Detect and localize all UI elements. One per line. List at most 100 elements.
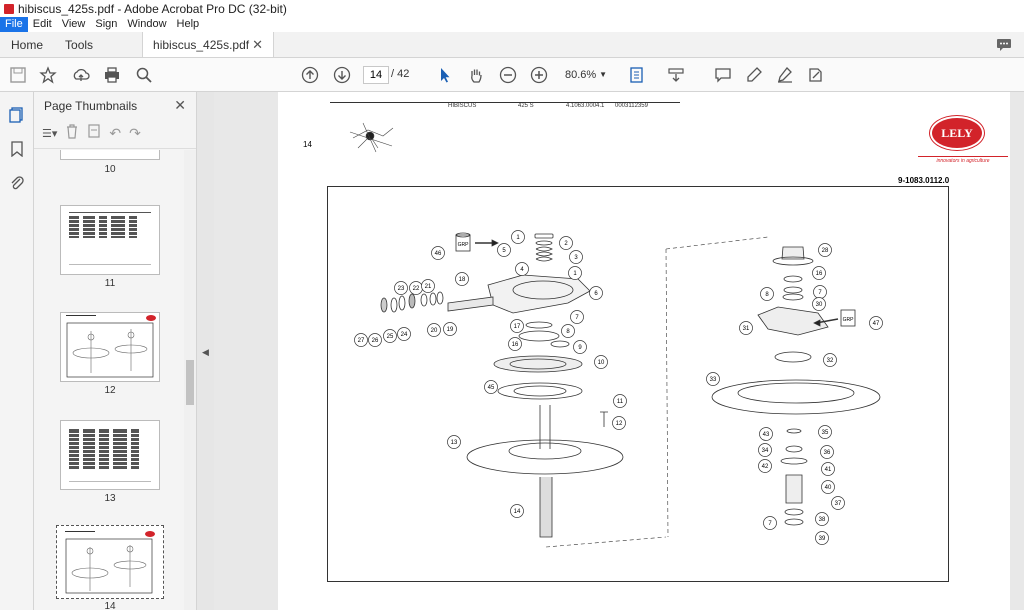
exploded-parts-diagram: 46 5 1 2 3 4 1 18 6 23 22 21 27 26 25 24 20 19 7 17 8 16 9 10 45…: [327, 186, 949, 582]
callout-label-left-28: 14: [514, 509, 521, 515]
page-thumbnails-icon[interactable]: [8, 106, 26, 124]
callout-label-left-7: 18: [459, 277, 466, 283]
collapse-panel-icon[interactable]: ◀: [202, 347, 209, 358]
fit-page-icon[interactable]: [627, 65, 647, 85]
callout-label-left-21: 16: [512, 342, 519, 348]
menu-view[interactable]: View: [57, 17, 91, 32]
callout-label-left-25: 11: [617, 399, 624, 405]
machine-sketch-icon: [349, 122, 394, 153]
page-thumbnails-panel: Page Thumbnails ✕ ☰▾ ↶ ↷ 10 11 12 13 14: [34, 92, 197, 610]
page-total: / 42: [391, 68, 410, 80]
callout-label-left-15: 24: [401, 332, 408, 338]
thumbnail-page-13[interactable]: [60, 420, 160, 490]
callout-label-left-16: 20: [431, 328, 438, 334]
callout-label-left-0: 46: [435, 251, 442, 257]
acrobat-app-icon: [4, 3, 14, 14]
grp-label-right: GRP: [843, 317, 855, 323]
panel-title: Page Thumbnails: [44, 98, 138, 113]
thumbnail-scrollbar-thumb[interactable]: [186, 360, 194, 405]
previous-page-icon[interactable]: [300, 65, 320, 85]
callout-label-right-11: 34: [762, 448, 769, 454]
panel-splitter[interactable]: ◀: [197, 92, 214, 610]
upload-cloud-icon[interactable]: [71, 65, 91, 85]
sign-pen-icon[interactable]: [775, 65, 795, 85]
thumbnail-options-icon[interactable]: ☰▾: [42, 127, 57, 140]
tab-home[interactable]: Home: [0, 32, 54, 57]
callout-label-right-13: 42: [762, 464, 769, 470]
part-reference: 9-1083.0112.0: [898, 176, 950, 185]
panel-toolbar: ☰▾ ↶ ↷: [34, 119, 196, 149]
rotate-clockwise-icon[interactable]: ↷: [129, 125, 141, 142]
document-view[interactable]: HIBISCUS 425 S 4.1063.0004.1 0003112359 …: [214, 92, 1024, 610]
save-icon[interactable]: [8, 65, 28, 85]
callout-label-left-10: 22: [413, 286, 420, 292]
callout-label-left-12: 27: [358, 338, 365, 344]
callout-label-right-15: 40: [825, 485, 832, 491]
delete-page-icon[interactable]: [65, 123, 79, 144]
callout-label-right-16: 37: [835, 501, 842, 507]
callout-label-right-7: 32: [827, 358, 834, 364]
bookmark-icon[interactable]: [8, 140, 26, 158]
left-navigation-rail: [0, 92, 34, 610]
callout-label-left-11: 21: [425, 284, 432, 290]
callout-label-right-14: 41: [825, 467, 832, 473]
extract-pages-icon[interactable]: [87, 123, 101, 144]
menu-file[interactable]: File: [0, 17, 28, 32]
page-number-input[interactable]: 14: [363, 66, 389, 84]
diagram-svg: 46 51234118623 22 2127 2625 2420 19717816 91045…: [354, 230, 883, 548]
select-cursor-icon[interactable]: [435, 65, 455, 85]
callout-label-right-6: 47: [873, 321, 880, 327]
rotate-counterclockwise-icon[interactable]: ↶: [109, 125, 121, 142]
menu-edit[interactable]: Edit: [28, 17, 57, 32]
attachment-icon[interactable]: [8, 174, 26, 192]
callout-label-left-9: 23: [398, 286, 405, 292]
callout-label-left-14: 25: [387, 334, 394, 340]
thumbnail-scrollbar[interactable]: [184, 150, 196, 610]
fill-sign-icon[interactable]: [806, 65, 826, 85]
callout-label-left-19: 17: [514, 324, 521, 330]
tab-bar: Home Tools hibiscus_425s.pdf ✕: [0, 32, 1024, 58]
grp-label-left: GRP: [458, 242, 470, 248]
main-toolbar: 14 / 42 80.6% ▼: [0, 58, 1024, 92]
thumbnail-label-11: 11: [104, 278, 116, 289]
print-icon[interactable]: [102, 65, 122, 85]
thumbnail-list: 10 11 12 13 14: [34, 150, 184, 610]
panel-header: Page Thumbnails ✕: [34, 92, 196, 119]
zoom-search-icon[interactable]: [134, 65, 154, 85]
hand-tool-icon[interactable]: [466, 65, 486, 85]
comment-panel-icon[interactable]: [984, 32, 1024, 57]
callout-label-left-17: 19: [447, 327, 454, 333]
thumbnail-label-14: 14: [104, 601, 116, 610]
menu-window[interactable]: Window: [122, 17, 171, 32]
comment-icon[interactable]: [713, 65, 733, 85]
page-number: 14: [303, 140, 312, 149]
zoom-out-icon[interactable]: [498, 65, 518, 85]
callout-label-right-8: 33: [710, 377, 717, 383]
thumbnail-label-13: 13: [104, 493, 116, 504]
menu-sign[interactable]: Sign: [90, 17, 122, 32]
zoom-level-select[interactable]: 80.6% ▼: [563, 66, 609, 84]
tab-tools[interactable]: Tools: [54, 32, 104, 57]
header-model: HIBISCUS: [448, 103, 477, 109]
highlight-pen-icon[interactable]: [744, 65, 764, 85]
callout-label-right-0: 28: [822, 248, 829, 254]
zoom-in-icon[interactable]: [529, 65, 549, 85]
scroll-mode-icon[interactable]: [666, 65, 686, 85]
star-icon[interactable]: [38, 65, 58, 85]
thumbnail-page-10[interactable]: [60, 150, 160, 160]
thumbnail-label-12: 12: [104, 385, 116, 396]
callout-label-right-5: 31: [743, 326, 750, 332]
menu-help[interactable]: Help: [172, 17, 205, 32]
close-panel-icon[interactable]: ✕: [174, 97, 186, 114]
close-tab-icon[interactable]: ✕: [252, 37, 263, 53]
tab-document[interactable]: hibiscus_425s.pdf ✕: [142, 32, 275, 57]
callout-label-right-4: 30: [816, 302, 823, 308]
thumbnail-page-11[interactable]: [60, 205, 160, 275]
chevron-down-icon: ▼: [599, 70, 607, 79]
thumbnail-page-14-selected[interactable]: [56, 525, 164, 599]
callout-label-left-23: 10: [598, 360, 605, 366]
callout-label-right-1: 16: [816, 271, 823, 277]
thumbnail-page-12[interactable]: [60, 312, 160, 382]
header-serial: 0003112359: [615, 103, 648, 109]
next-page-icon[interactable]: [332, 65, 352, 85]
